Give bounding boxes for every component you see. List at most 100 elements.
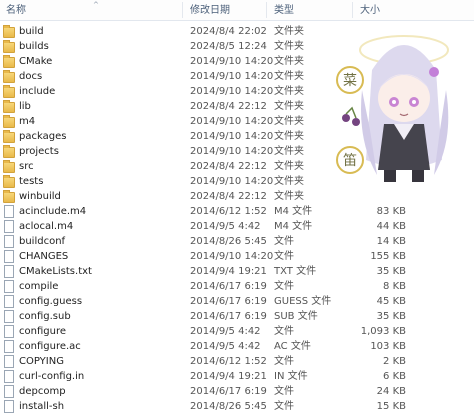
file-type: 文件夹 — [274, 41, 304, 52]
column-header-type[interactable]: 类型 — [274, 0, 294, 20]
svg-text:笛: 笛 — [343, 153, 357, 169]
file-date: 2014/6/17 6:19 — [190, 386, 267, 397]
file-row[interactable]: aclocal.m4 2014/9/5 4:42 M4 文件 44 KB — [0, 219, 474, 234]
file-date: 2024/8/4 22:12 — [190, 101, 267, 112]
file-name: lib — [19, 101, 31, 112]
file-row[interactable]: configure.ac 2014/9/5 4:42 AC 文件 103 KB — [0, 339, 474, 354]
file-size: 14 KB — [376, 236, 406, 247]
file-icon — [4, 280, 14, 293]
file-size: 83 KB — [376, 206, 406, 217]
file-name: config.sub — [19, 311, 71, 322]
file-date: 2024/8/4 22:02 — [190, 26, 267, 37]
file-name: projects — [19, 146, 59, 157]
file-name: buildconf — [19, 236, 66, 247]
file-type: 文件夹 — [274, 26, 304, 37]
column-divider[interactable] — [182, 2, 183, 18]
file-icon — [4, 250, 14, 263]
folder-icon — [3, 175, 15, 188]
file-row[interactable]: install-sh 2014/8/26 5:45 文件 15 KB — [0, 399, 474, 414]
file-name: winbuild — [19, 191, 61, 202]
file-date: 2014/8/26 5:45 — [190, 236, 267, 247]
file-name: src — [19, 161, 34, 172]
file-date: 2014/9/4 19:21 — [190, 266, 267, 277]
file-date: 2014/8/26 5:45 — [190, 401, 267, 412]
file-name: aclocal.m4 — [19, 221, 74, 232]
column-header-name[interactable]: 名称 — [6, 0, 26, 20]
folder-icon — [3, 55, 15, 68]
file-type: 文件夹 — [274, 146, 304, 157]
file-type: 文件夹 — [274, 161, 304, 172]
file-icon — [4, 295, 14, 308]
file-name: acinclude.m4 — [19, 206, 87, 217]
file-row[interactable]: acinclude.m4 2014/6/12 1:52 M4 文件 83 KB — [0, 204, 474, 219]
file-row[interactable]: config.guess 2014/6/17 6:19 GUESS 文件 45 KB — [0, 294, 474, 309]
file-icon — [4, 235, 14, 248]
folder-icon — [3, 25, 15, 38]
file-row[interactable]: depcomp 2014/6/17 6:19 文件 24 KB — [0, 384, 474, 399]
file-date: 2024/8/4 22:12 — [190, 161, 267, 172]
file-type: 文件夹 — [274, 131, 304, 142]
file-row[interactable]: configure 2014/9/5 4:42 文件 1,093 KB — [0, 324, 474, 339]
file-size: 6 KB — [383, 371, 406, 382]
folder-icon — [3, 145, 15, 158]
file-icon — [4, 310, 14, 323]
file-date: 2014/9/10 14:20 — [190, 176, 274, 187]
file-icon — [4, 370, 14, 383]
file-name: COPYING — [19, 356, 64, 367]
file-name: depcomp — [19, 386, 66, 397]
file-row[interactable]: COPYING 2014/6/12 1:52 文件 2 KB — [0, 354, 474, 369]
file-row[interactable]: curl-config.in 2014/9/4 19:21 IN 文件 6 KB — [0, 369, 474, 384]
file-row[interactable]: config.sub 2014/6/17 6:19 SUB 文件 35 KB — [0, 309, 474, 324]
file-type: 文件夹 — [274, 71, 304, 82]
file-size: 15 KB — [376, 401, 406, 412]
file-name: m4 — [19, 116, 36, 127]
file-size: 24 KB — [376, 386, 406, 397]
file-date: 2014/9/10 14:20 — [190, 251, 274, 262]
file-type: TXT 文件 — [274, 266, 317, 277]
file-icon — [4, 385, 14, 398]
folder-icon — [3, 40, 15, 53]
file-size: 103 KB — [370, 341, 406, 352]
file-size: 35 KB — [376, 266, 406, 277]
file-date: 2014/6/17 6:19 — [190, 311, 267, 322]
mascot-decoration: 菜 笛 — [336, 35, 449, 182]
file-date: 2014/6/17 6:19 — [190, 296, 267, 307]
file-name: configure.ac — [19, 341, 81, 352]
column-header-date[interactable]: 修改日期 — [190, 0, 230, 20]
file-date: 2024/8/4 22:12 — [190, 191, 267, 202]
file-icon — [4, 205, 14, 218]
file-row[interactable]: winbuild 2024/8/4 22:12 文件夹 — [0, 189, 474, 204]
file-row[interactable]: CHANGES 2014/9/10 14:20 文件 155 KB — [0, 249, 474, 264]
file-type: IN 文件 — [274, 371, 308, 382]
folder-icon — [3, 100, 15, 113]
file-date: 2014/6/17 6:19 — [190, 281, 267, 292]
file-date: 2014/6/12 1:52 — [190, 206, 267, 217]
file-row[interactable]: CMakeLists.txt 2014/9/4 19:21 TXT 文件 35 KB — [0, 264, 474, 279]
file-size: 35 KB — [376, 311, 406, 322]
file-type: 文件 — [274, 386, 294, 397]
file-name: configure — [19, 326, 66, 337]
file-date: 2024/8/5 12:24 — [190, 41, 267, 52]
file-name: CHANGES — [19, 251, 69, 262]
file-size: 1,093 KB — [360, 326, 406, 337]
folder-icon — [3, 115, 15, 128]
file-row[interactable]: buildconf 2014/8/26 5:45 文件 14 KB — [0, 234, 474, 249]
file-type: AC 文件 — [274, 341, 311, 352]
file-icon — [4, 400, 14, 413]
file-date: 2014/9/5 4:42 — [190, 326, 261, 337]
file-size: 2 KB — [383, 356, 406, 367]
file-type: 文件 — [274, 281, 294, 292]
file-size: 44 KB — [376, 221, 406, 232]
sort-caret-icon: ^ — [93, 1, 99, 9]
file-type: 文件夹 — [274, 191, 304, 202]
file-icon — [4, 220, 14, 233]
file-type: 文件夹 — [274, 116, 304, 127]
file-row[interactable]: compile 2014/6/17 6:19 文件 8 KB — [0, 279, 474, 294]
column-divider[interactable] — [266, 2, 267, 18]
file-type: SUB 文件 — [274, 311, 318, 322]
folder-icon — [3, 130, 15, 143]
file-type: 文件 — [274, 356, 294, 367]
file-name: config.guess — [19, 296, 83, 307]
file-name: include — [19, 86, 56, 97]
file-type: M4 文件 — [274, 206, 313, 217]
